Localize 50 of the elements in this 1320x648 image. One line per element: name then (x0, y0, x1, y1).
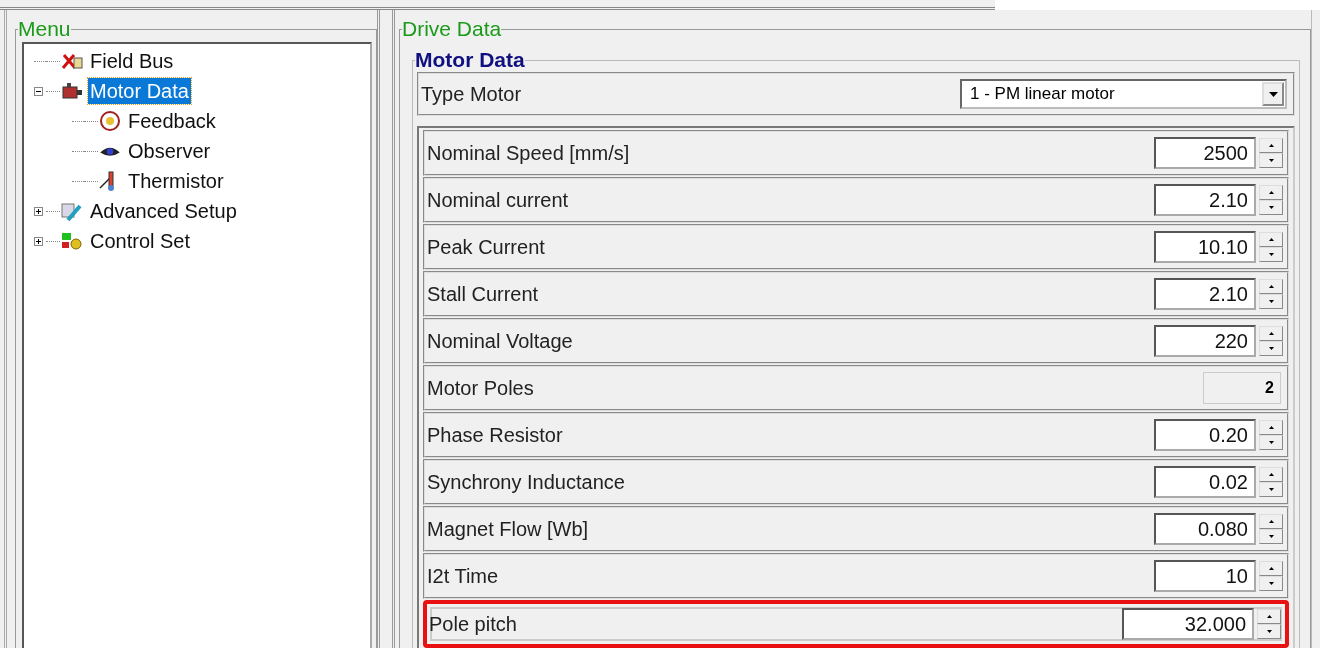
readonly-field: 2 (1203, 372, 1281, 404)
number-field[interactable]: 220 (1154, 325, 1256, 357)
number-field[interactable]: 2500 (1154, 137, 1256, 169)
field-label: Nominal Voltage (427, 329, 574, 353)
tree-item[interactable]: Advanced Setup (88, 198, 239, 224)
field-label: Motor Poles (427, 376, 535, 400)
spin-buttons[interactable] (1259, 561, 1283, 591)
number-field[interactable]: 10 (1154, 560, 1256, 592)
expander-toggle[interactable] (34, 236, 43, 246)
tree-item[interactable]: Motor Data (88, 78, 191, 104)
number-field[interactable]: 0.20 (1154, 419, 1256, 451)
menu-title: Menu (18, 18, 71, 40)
field-label: Magnet Flow [Wb] (427, 517, 590, 541)
field-label: Phase Resistor (427, 423, 564, 447)
field-label: Peak Current (427, 235, 546, 259)
number-field[interactable]: 0.080 (1154, 513, 1256, 545)
motor-icon (60, 80, 84, 102)
number-field[interactable]: 2.10 (1154, 184, 1256, 216)
spin-buttons[interactable] (1259, 467, 1283, 497)
section-title: Motor Data (415, 48, 525, 72)
number-field[interactable]: 32.000 (1122, 608, 1254, 640)
spin-buttons[interactable] (1259, 420, 1283, 450)
tree-item[interactable]: Feedback (126, 108, 218, 134)
field-label: Pole pitch (429, 612, 518, 636)
spin-buttons[interactable] (1259, 279, 1283, 309)
tree-item[interactable]: Thermistor (126, 168, 226, 194)
field-label: Nominal Speed [mm/s] (427, 141, 631, 165)
number-field[interactable]: 0.02 (1154, 466, 1256, 498)
expander-toggle[interactable] (34, 206, 43, 216)
spin-buttons[interactable] (1259, 138, 1283, 168)
number-field[interactable]: 2.10 (1154, 278, 1256, 310)
spin-buttons[interactable] (1259, 185, 1283, 215)
panel-title: Drive Data (402, 18, 502, 40)
spin-buttons[interactable] (1257, 609, 1281, 639)
dropdown-arrow-icon (1268, 91, 1278, 97)
number-field[interactable]: 10.10 (1154, 231, 1256, 263)
tree-item[interactable]: Control Set (88, 228, 193, 254)
field-label: I2t Time (427, 564, 500, 588)
tree-item[interactable]: Observer (126, 138, 213, 164)
motor-type-dropdown[interactable]: 1 - PM linear motor (960, 79, 1287, 109)
spin-buttons[interactable] (1259, 326, 1283, 356)
tree-item[interactable]: Field Bus (88, 48, 176, 74)
field-label: Type Motor (421, 82, 522, 106)
spin-buttons[interactable] (1259, 514, 1283, 544)
field-label: Nominal current (427, 188, 570, 212)
field-label: Stall Current (427, 282, 540, 306)
spin-buttons[interactable] (1259, 232, 1283, 262)
dial-icon (98, 110, 122, 132)
field-label: Synchrony Inductance (427, 470, 626, 494)
expander-toggle[interactable] (34, 86, 43, 96)
